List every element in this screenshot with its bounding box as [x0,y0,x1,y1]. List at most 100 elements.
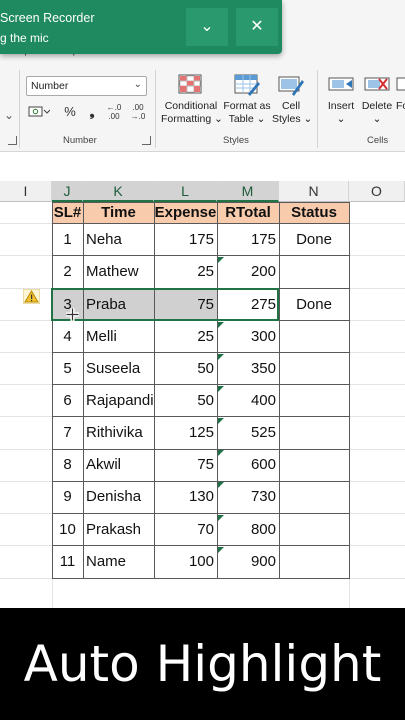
cell-status[interactable] [279,481,349,513]
cell-rtotal[interactable]: 525 [217,417,279,449]
cell-name[interactable]: Prakash [83,514,154,546]
number-launcher-icon[interactable] [142,136,151,145]
header-cell-sl[interactable]: SL# [52,202,83,223]
conditional-formatting-button[interactable]: Conditional Formatting ⌄ [161,74,223,126]
alignment-launcher-icon[interactable] [8,136,17,145]
cell-sl[interactable]: 4 [52,321,83,353]
cell-styles-label-2: Styles ⌄ [272,113,313,125]
cell-name[interactable]: Melli [83,321,154,353]
cell-expense[interactable]: 175 [154,224,217,256]
delete-cells-button[interactable]: Delete ⌄ [360,74,394,126]
header-cell-expense[interactable]: Expense [154,202,217,223]
cell-sl[interactable]: 11 [52,546,83,578]
formula-error-indicator-icon [218,322,224,328]
cell-status[interactable] [279,417,349,449]
cell-expense[interactable]: 125 [154,417,217,449]
insert-cells-button[interactable]: Insert ⌄ [324,74,358,126]
alignment-group-fragment: ⌄ [4,108,15,122]
format-as-table-label-2: Table ⌄ [228,113,266,125]
cell-rtotal[interactable]: 900 [217,546,279,578]
formula-error-indicator-icon [218,547,224,553]
column-header-j[interactable]: J [52,181,83,202]
cell-sl[interactable]: 5 [52,353,83,385]
cell-expense[interactable]: 25 [154,321,217,353]
insert-cells-icon [328,77,354,91]
cell-expense[interactable]: 100 [154,546,217,578]
cell-styles-button[interactable]: Cell Styles ⌄ [272,74,313,126]
percent-style-button[interactable]: % [60,103,80,121]
cell-status[interactable]: Done [279,289,349,321]
column-header-m[interactable]: M [217,181,279,202]
cell-sl[interactable]: 7 [52,417,83,449]
cell-status[interactable] [279,546,349,578]
column-header-k[interactable]: K [83,181,154,202]
cell-expense[interactable]: 50 [154,353,217,385]
header-cell-status[interactable]: Status [279,202,349,223]
cell-expense[interactable]: 75 [154,449,217,481]
conditional-formatting-icon [178,74,202,94]
formula-error-indicator-icon [218,386,224,392]
cell-status[interactable] [279,449,349,481]
number-group-label: Number [63,135,97,146]
styles-group-label: Styles [223,135,249,146]
column-header-n[interactable]: N [279,181,349,202]
column-header-i[interactable]: I [0,181,52,202]
comma-style-button[interactable]: ❟ [84,103,100,121]
cell-status[interactable] [279,514,349,546]
cell-expense[interactable]: 70 [154,514,217,546]
accounting-format-button[interactable] [26,103,52,121]
group-separator [19,70,20,148]
cell-expense[interactable]: 25 [154,256,217,288]
cell-rtotal[interactable]: 730 [217,481,279,513]
notification-close-button[interactable]: ✕ [236,8,278,46]
cell-rtotal[interactable]: 300 [217,321,279,353]
table-border [52,352,349,353]
cell-name[interactable]: Rajapandi [83,385,154,417]
insert-label: Insert [327,100,355,112]
cell-rtotal[interactable]: 200 [217,256,279,288]
column-header-l[interactable]: L [154,181,217,202]
screen-recorder-notification: Screen Recorder g the mic ⌄ ✕ [0,0,282,54]
increase-decimal-button[interactable]: ←.0 .00 [104,103,124,121]
number-format-dropdown[interactable]: Number ⌄ [26,76,147,96]
notification-expand-button[interactable]: ⌄ [186,8,228,46]
cell-rtotal[interactable]: 175 [217,224,279,256]
format-cells-icon [396,77,405,91]
header-cell-time[interactable]: Time [83,202,154,223]
cell-rtotal[interactable]: 350 [217,353,279,385]
cell-sl[interactable]: 1 [52,224,83,256]
cell-sl[interactable]: 8 [52,449,83,481]
cell-sl[interactable]: 6 [52,385,83,417]
format-cells-button[interactable]: Fo [396,74,405,113]
cell-name[interactable]: Rithivika [83,417,154,449]
cell-sl[interactable]: 9 [52,481,83,513]
cell-status[interactable]: Done [279,224,349,256]
cell-rtotal[interactable]: 600 [217,449,279,481]
warning-icon[interactable] [23,289,40,304]
cell-expense[interactable]: 50 [154,385,217,417]
cell-expense[interactable]: 130 [154,481,217,513]
cell-status[interactable] [279,353,349,385]
table-border [52,202,53,579]
cell-status[interactable] [279,385,349,417]
cell-styles-label: Cell [281,100,301,112]
cell-name[interactable]: Neha [83,224,154,256]
cell-name[interactable]: Akwil [83,449,154,481]
table-border [83,202,84,579]
cell-name[interactable]: Mathew [83,256,154,288]
cell-status[interactable] [279,321,349,353]
table-border [52,481,349,482]
header-cell-rtotal[interactable]: RTotal [217,202,279,223]
cell-rtotal[interactable]: 800 [217,514,279,546]
cell-name[interactable]: Name [83,546,154,578]
format-as-table-button[interactable]: Format as Table ⌄ [222,74,272,126]
cell-name[interactable]: Suseela [83,353,154,385]
cell-name[interactable]: Denisha [83,481,154,513]
column-header-o[interactable]: O [349,181,405,202]
excel-mobile-view: eveloper Help Acrobat ⌄ Number ⌄ % ❟ ←.0… [0,0,405,720]
cell-status[interactable] [279,256,349,288]
cell-rtotal[interactable]: 400 [217,385,279,417]
decrease-decimal-button[interactable]: .00 →.0 [128,103,148,121]
cell-sl[interactable]: 10 [52,514,83,546]
cell-sl[interactable]: 2 [52,256,83,288]
